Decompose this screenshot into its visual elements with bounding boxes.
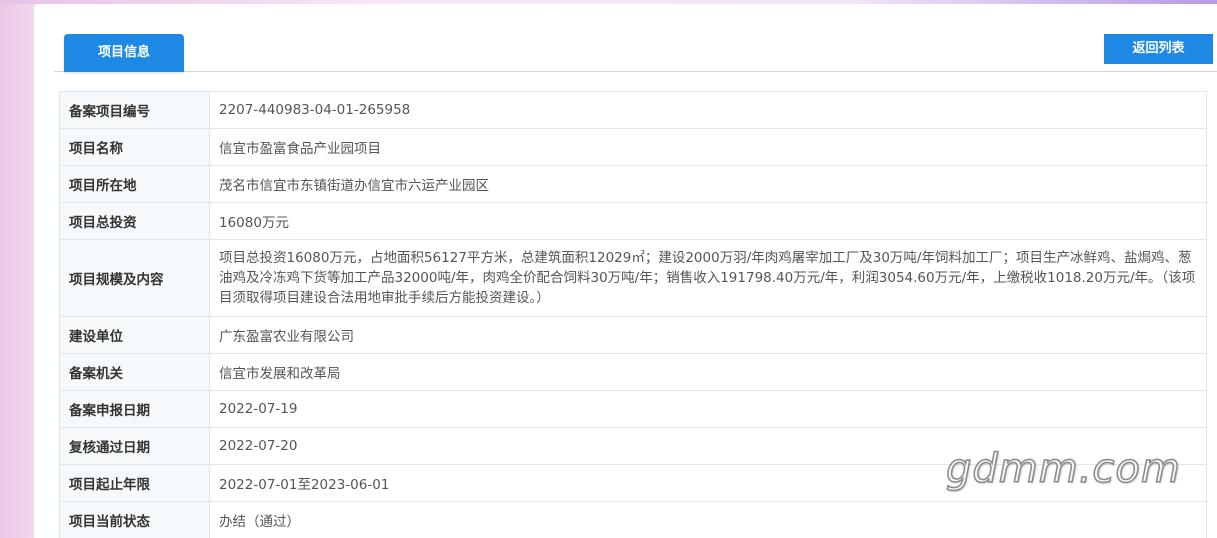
- tab-bar: 项目信息: [54, 34, 1217, 72]
- row-label: 项目起止年限: [59, 464, 210, 502]
- row-value: 项目总投资16080万元，占地面积56127平方米，总建筑面积12029㎡；建设…: [209, 239, 1207, 317]
- row-label: 备案申报日期: [59, 390, 210, 428]
- table-row: 备案申报日期 2022-07-19: [59, 390, 1207, 428]
- row-label: 备案项目编号: [59, 91, 210, 129]
- row-label: 备案机关: [59, 353, 210, 391]
- table-row: 项目总投资 16080万元: [59, 202, 1207, 240]
- row-label: 建设单位: [59, 316, 210, 354]
- row-value: 信宜市盈富食品产业园项目: [209, 128, 1207, 166]
- table-row: 备案机关 信宜市发展和改革局: [59, 353, 1207, 391]
- row-value: 茂名市信宜市东镇街道办信宜市六运产业园区: [209, 165, 1207, 203]
- row-label: 复核通过日期: [59, 427, 210, 465]
- row-label: 项目总投资: [59, 202, 210, 240]
- row-value: 办结（通过）: [209, 501, 1207, 538]
- back-to-list-button[interactable]: 返回列表: [1104, 34, 1213, 64]
- table-row: 项目当前状态 办结（通过）: [59, 501, 1207, 538]
- row-label: 项目所在地: [59, 165, 210, 203]
- table-row: 建设单位 广东盈富农业有限公司: [59, 316, 1207, 354]
- site-watermark: gdmm.com: [945, 445, 1181, 493]
- row-label: 项目名称: [59, 128, 210, 166]
- row-value: 16080万元: [209, 202, 1207, 240]
- row-label: 项目当前状态: [59, 501, 210, 538]
- tab-project-info[interactable]: 项目信息: [64, 34, 184, 72]
- table-row: 项目所在地 茂名市信宜市东镇街道办信宜市六运产业园区: [59, 165, 1207, 203]
- table-row: 备案项目编号 2207-440983-04-01-265958: [59, 91, 1207, 129]
- row-value: 2022-07-19: [209, 390, 1207, 428]
- row-value: 广东盈富农业有限公司: [209, 316, 1207, 354]
- row-value: 2207-440983-04-01-265958: [209, 91, 1207, 129]
- table-row: 项目名称 信宜市盈富食品产业园项目: [59, 128, 1207, 166]
- row-value: 信宜市发展和改革局: [209, 353, 1207, 391]
- table-row: 项目规模及内容 项目总投资16080万元，占地面积56127平方米，总建筑面积1…: [59, 239, 1207, 317]
- row-label: 项目规模及内容: [59, 239, 210, 317]
